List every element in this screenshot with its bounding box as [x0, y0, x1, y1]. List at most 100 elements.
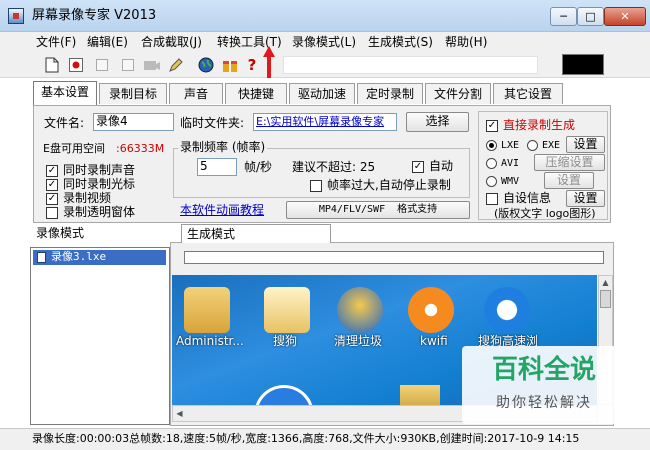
red-arrow-annotation [263, 46, 275, 78]
tab-record-target[interactable]: 录制目标 [99, 83, 167, 104]
settings-tab-row: 基本设置 录制目标 声音 快捷键 驱动加速 定时录制 文件分割 其它设置 [33, 81, 565, 105]
record-video-label: 录制视频 [63, 191, 112, 205]
tab-basic-settings[interactable]: 基本设置 [33, 81, 97, 105]
record-icon[interactable] [66, 55, 86, 75]
format-exe-radio[interactable] [527, 140, 538, 151]
camera-icon[interactable] [142, 55, 162, 75]
format-exe-label: EXE [542, 140, 561, 151]
maximize-button[interactable]: □ [577, 7, 604, 26]
folder-icon [264, 287, 310, 333]
record-video-checkbox[interactable]: ✓ [46, 193, 58, 205]
record-transparent-checkbox[interactable] [46, 207, 58, 219]
close-button[interactable]: ✕ [604, 7, 646, 26]
list-item[interactable]: 录像3.lxe [33, 250, 166, 265]
file-icon [37, 252, 46, 263]
format-support-button[interactable]: MP4/FLV/SWF 格式支持 [286, 201, 470, 219]
format-settings-button[interactable]: 设置 [566, 136, 605, 153]
watermark-subtitle: 助你轻松解决 [496, 395, 592, 411]
format-avi-label: AVI [501, 158, 520, 169]
recording-list[interactable]: 录像3.lxe [30, 247, 170, 425]
wifi-icon [408, 287, 454, 333]
disk-space-value: :66333M [116, 142, 165, 155]
overflow-stop-checkbox[interactable] [310, 180, 322, 192]
menu-record-mode[interactable]: 录像模式(L) [289, 34, 359, 50]
basic-settings-panel: 文件名: 录像4 临时文件夹: E:\实用软件\屏幕录像专家 选择 E盘可用空间… [33, 105, 611, 223]
wmv-settings-button[interactable]: 设置 [544, 172, 594, 189]
folder-icon [400, 385, 440, 405]
tab-driver-accel[interactable]: 驱动加速 [289, 83, 355, 104]
format-wmv-radio[interactable] [486, 176, 497, 187]
temp-folder-input[interactable]: E:\实用软件\屏幕录像专家 [253, 113, 397, 131]
custom-info-settings-button[interactable]: 设置 [566, 190, 605, 207]
disk-space-label: E盘可用空间 [43, 142, 105, 155]
minimize-icon: ─ [560, 10, 567, 23]
tab-scheduled-record[interactable]: 定时录制 [357, 83, 423, 104]
scroll-up-icon[interactable]: ▲ [599, 276, 612, 289]
format-avi-radio[interactable] [486, 158, 497, 169]
pen-icon[interactable] [166, 55, 186, 75]
color-preview-box [562, 54, 604, 75]
custom-info-label: 自设信息 [503, 191, 552, 205]
tab-file-split[interactable]: 文件分割 [425, 83, 491, 104]
desktop-icon-label: Administr... [176, 334, 244, 348]
direct-generate-label: 直接录制生成 [503, 118, 576, 132]
toolbar-blank-field [283, 56, 538, 74]
overflow-stop-label: 帧率过大,自动停止录制 [327, 178, 451, 192]
scroll-left-icon[interactable]: ◀ [173, 407, 186, 420]
filename-label: 文件名: [44, 116, 85, 130]
user-folder-icon [184, 287, 230, 333]
format-lxe-label: LXE [501, 140, 520, 151]
app-icon [8, 8, 24, 24]
menu-generate-mode[interactable]: 生成模式(S) [365, 34, 436, 50]
auto-fps-label: 自动 [429, 159, 454, 173]
scroll-thumb[interactable] [600, 290, 611, 308]
globe-icon[interactable] [196, 55, 216, 75]
pause-icon[interactable] [92, 55, 112, 75]
minimize-button[interactable]: ─ [550, 7, 577, 26]
menu-edit[interactable]: 编辑(E) [84, 34, 131, 50]
broom-icon [337, 287, 383, 333]
record-sound-label: 同时录制声音 [63, 163, 136, 177]
record-cursor-label: 同时录制光标 [63, 177, 136, 191]
timeline-slider[interactable] [184, 251, 604, 264]
close-icon: ✕ [620, 10, 630, 23]
fps-legend: 录制频率 (帧率) [178, 140, 268, 154]
tutorial-link[interactable]: 本软件动画教程 [180, 203, 264, 218]
watermark-title: 百科全说 [491, 355, 596, 385]
record-transparent-label: 录制透明窗体 [63, 205, 136, 219]
menu-help[interactable]: 帮助(H) [442, 34, 490, 50]
choose-folder-button[interactable]: 选择 [406, 112, 469, 132]
record-sound-checkbox[interactable]: ✓ [46, 165, 58, 177]
direct-generate-checkbox[interactable]: ✓ [486, 120, 498, 132]
gift-icon[interactable] [220, 55, 240, 75]
status-bar: 录像长度:00:00:03总帧数:18,速度:5帧/秒,宽度:1366,高度:7… [0, 428, 650, 450]
menu-file[interactable]: 文件(F) [33, 34, 79, 50]
compress-settings-button[interactable]: 压缩设置 [534, 154, 605, 171]
filename-input[interactable]: 录像4 [93, 113, 174, 131]
fps-hint: 建议不超过: 25 [292, 160, 376, 174]
tab-other-settings[interactable]: 其它设置 [493, 83, 563, 104]
record-mode-header: 录像模式 [36, 226, 85, 240]
tab-hotkeys[interactable]: 快捷键 [225, 83, 287, 104]
custom-info-note: (版权文字 logo图形) [494, 207, 596, 220]
fps-input[interactable]: 5 [197, 158, 237, 176]
auto-fps-checkbox[interactable]: ✓ [412, 161, 424, 173]
stop-icon[interactable] [118, 55, 138, 75]
format-wmv-label: WMV [501, 176, 520, 187]
record-cursor-checkbox[interactable]: ✓ [46, 179, 58, 191]
tab-generate-mode[interactable]: 生成模式 [181, 224, 331, 243]
desktop-icon-label: kwifi [420, 334, 448, 348]
custom-info-checkbox[interactable] [486, 193, 498, 205]
menu-merge[interactable]: 合成截取(J) [138, 34, 205, 50]
temp-folder-label: 临时文件夹: [180, 116, 245, 130]
help-icon[interactable]: ? [242, 55, 262, 75]
tab-sound[interactable]: 声音 [169, 83, 223, 104]
list-item-label: 录像3.lxe [51, 250, 107, 263]
watermark-overlay: 百科全说 助你轻松解决 [462, 346, 626, 424]
new-file-icon[interactable] [42, 55, 62, 75]
format-lxe-radio[interactable] [486, 140, 497, 151]
desktop-icon-label: 清理垃圾 [334, 334, 383, 348]
fps-unit: 帧/秒 [244, 160, 273, 174]
menu-bar: 文件(F) 编辑(E) 合成截取(J) 转换工具(T) 录像模式(L) 生成模式… [0, 32, 650, 52]
mail-icon [254, 385, 314, 405]
